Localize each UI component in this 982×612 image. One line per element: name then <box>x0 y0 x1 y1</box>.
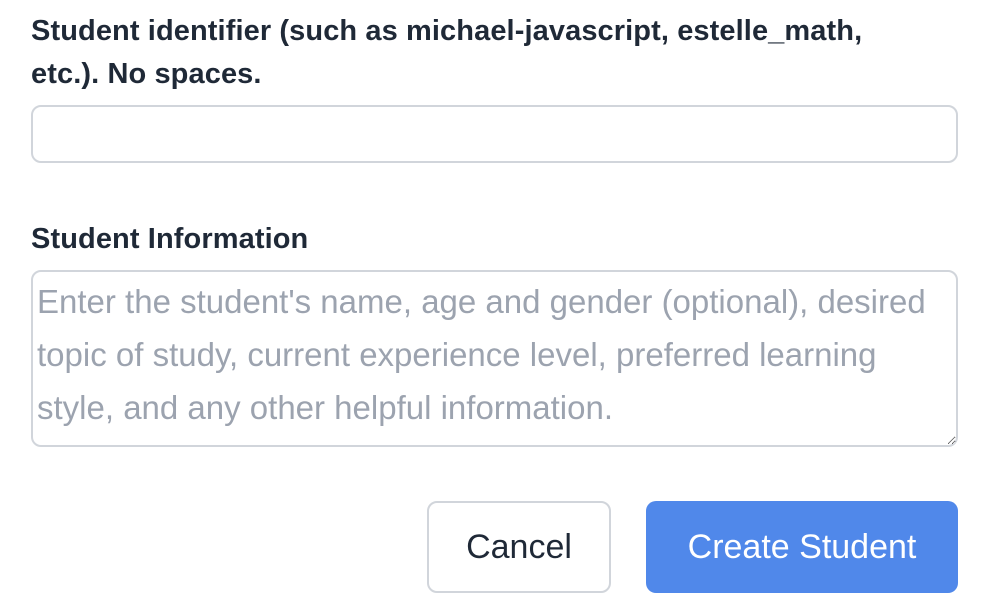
student-information-label: Student Information <box>31 223 309 255</box>
student-information-textarea[interactable] <box>31 270 958 447</box>
student-identifier-label: Student identifier (such as michael-java… <box>31 15 863 90</box>
student-identifier-input[interactable] <box>31 105 958 163</box>
cancel-button[interactable]: Cancel <box>427 501 611 593</box>
create-student-button[interactable]: Create Student <box>646 501 958 593</box>
